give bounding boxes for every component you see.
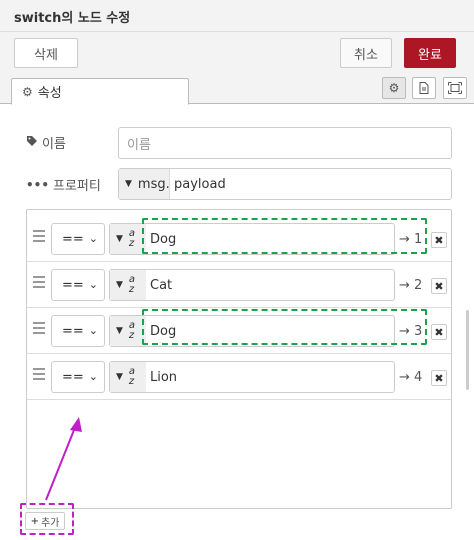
chevron-down-icon: ⌄ [88, 232, 98, 245]
gear-icon: ⚙ [388, 81, 400, 95]
dialog-toolbar: 삭제 취소 완료 [0, 32, 474, 74]
drag-handle-icon[interactable] [33, 322, 45, 336]
property-value: payload [174, 176, 226, 192]
operator-select[interactable]: == ⌄ [51, 269, 105, 301]
chevron-down-icon: ⌄ [88, 324, 98, 337]
rule-row: == ⌄ ▼ a z Cat → 2 ✖ [27, 262, 451, 308]
dialog-title: switch의 노드 수정 [14, 11, 131, 26]
string-type-icon: az [128, 366, 136, 387]
rule-value: Dog [150, 323, 177, 339]
rule-value-input[interactable]: ▼ a z Dog [109, 223, 395, 255]
delete-button[interactable]: 삭제 [14, 38, 78, 68]
remove-rule-button[interactable]: ✖ [431, 370, 447, 386]
value-type-select[interactable]: ▼ a z [110, 270, 146, 300]
property-type: msg. [137, 176, 170, 192]
dialog-header: switch의 노드 수정 [0, 0, 474, 32]
operator-value: == [62, 323, 84, 339]
done-button[interactable]: 완료 [404, 38, 456, 68]
chevron-down-icon: ⌄ [88, 370, 98, 383]
appearance-tab-icon[interactable] [443, 77, 467, 99]
value-type-select[interactable]: ▼ a z [110, 316, 146, 346]
rule-value: Dog [150, 231, 177, 247]
name-label-text: 이름 [42, 137, 66, 152]
output-port: → 3 [399, 324, 423, 339]
rule-row: == ⌄ ▼ a z Dog → 1 ✖ [27, 216, 451, 262]
property-label: ••• 프로퍼티 [26, 175, 101, 195]
property-label-text: 프로퍼티 [53, 179, 101, 194]
operator-value: == [62, 231, 84, 247]
ellipsis-icon: ••• [26, 177, 50, 192]
rules-list: == ⌄ ▼ a z Dog → 1 ✖ == ⌄ ▼ a z Cat → 2 ✖ [26, 209, 452, 509]
drag-handle-icon[interactable] [33, 276, 45, 290]
tab-properties[interactable]: ⚙ 속성 [11, 78, 189, 105]
rule-value: Cat [150, 277, 173, 293]
remove-rule-button[interactable]: ✖ [431, 278, 447, 294]
string-type-icon: az [128, 274, 136, 295]
rule-value: Lion [150, 369, 178, 385]
string-type-icon: az [128, 320, 136, 341]
close-icon: ✖ [434, 325, 444, 339]
value-type-select[interactable]: ▼ a z [110, 224, 146, 254]
property-type-select[interactable]: ▼ msg. [119, 169, 170, 199]
rule-row: == ⌄ ▼ a z Lion → 4 ✖ [27, 354, 451, 400]
value-type-select[interactable]: ▼ a z [110, 362, 146, 392]
tab-bar: ⚙ 속성 ⚙ [0, 74, 474, 105]
remove-rule-button[interactable]: ✖ [431, 232, 447, 248]
rule-value-input[interactable]: ▼ a z Lion [109, 361, 395, 393]
operator-select[interactable]: == ⌄ [51, 315, 105, 347]
tag-icon [26, 135, 38, 150]
plus-icon: + [30, 515, 39, 527]
name-label: 이름 [26, 133, 66, 152]
description-tab-icon[interactable] [412, 77, 436, 99]
operator-select[interactable]: == ⌄ [51, 223, 105, 255]
cancel-button[interactable]: 취소 [340, 38, 392, 68]
close-icon: ✖ [434, 233, 444, 247]
property-input[interactable]: ▼ msg. payload [118, 168, 452, 200]
scrollbar[interactable] [466, 310, 469, 390]
close-icon: ✖ [434, 279, 444, 293]
output-port: → 2 [399, 278, 423, 293]
operator-value: == [62, 277, 84, 293]
frame-icon [448, 82, 462, 94]
string-type-icon: az [128, 228, 136, 249]
tab-properties-label: 속성 [37, 86, 62, 101]
rule-row: == ⌄ ▼ a z Dog → 3 ✖ [27, 308, 451, 354]
drag-handle-icon[interactable] [33, 230, 45, 244]
caret-down-icon: ▼ [125, 179, 132, 189]
rule-value-input[interactable]: ▼ a z Dog [109, 315, 395, 347]
operator-value: == [62, 369, 84, 385]
edit-dialog: switch의 노드 수정 삭제 취소 완료 ⚙ 속성 ⚙ 이름 이름 ••• … [0, 0, 474, 540]
remove-rule-button[interactable]: ✖ [431, 324, 447, 340]
document-icon [419, 82, 429, 94]
gear-icon: ⚙ [22, 84, 33, 99]
operator-select[interactable]: == ⌄ [51, 361, 105, 393]
output-port: → 1 [399, 232, 423, 247]
close-icon: ✖ [434, 371, 444, 385]
name-placeholder: 이름 [127, 137, 151, 153]
rule-value-input[interactable]: ▼ a z Cat [109, 269, 395, 301]
name-input[interactable]: 이름 [118, 127, 452, 159]
add-rule-label: 추가 [40, 517, 60, 529]
chevron-down-icon: ⌄ [88, 278, 98, 291]
settings-tab-icon[interactable]: ⚙ [382, 77, 406, 99]
add-rule-button[interactable]: + 추가 [25, 512, 65, 530]
drag-handle-icon[interactable] [33, 368, 45, 382]
output-port: → 4 [399, 370, 423, 385]
